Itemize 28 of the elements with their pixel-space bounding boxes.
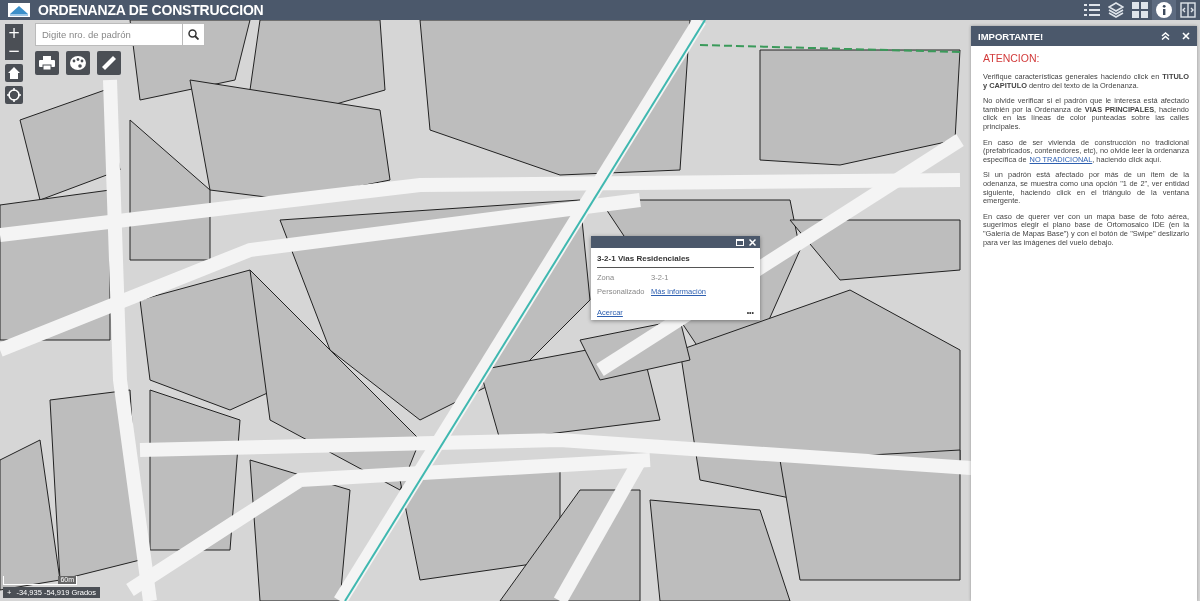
measure-button[interactable] bbox=[97, 51, 121, 75]
split-panel-icon bbox=[1180, 2, 1196, 18]
close-icon[interactable] bbox=[1182, 32, 1190, 40]
popup-title: 3-2-1 Vias Residenciales bbox=[597, 254, 754, 268]
locate-button[interactable] bbox=[5, 86, 23, 104]
search-button[interactable] bbox=[183, 23, 205, 46]
close-icon[interactable] bbox=[749, 238, 756, 246]
layers-icon bbox=[1108, 2, 1124, 18]
house-icon bbox=[8, 67, 20, 79]
search-field[interactable]: Digite nro. de padrón bbox=[35, 23, 183, 46]
panel-heading: ATENCION: bbox=[983, 52, 1041, 64]
collapse-icon[interactable] bbox=[1161, 32, 1170, 40]
print-button[interactable] bbox=[35, 51, 59, 75]
palette-icon bbox=[70, 56, 86, 70]
grid-icon bbox=[1132, 2, 1148, 18]
info-icon bbox=[1156, 2, 1172, 18]
maximize-icon[interactable] bbox=[736, 238, 744, 246]
ruler-icon bbox=[102, 56, 116, 70]
panel-title: IMPORTANTE! bbox=[978, 30, 1044, 42]
logo-icon bbox=[8, 3, 30, 17]
printer-icon bbox=[39, 56, 55, 70]
target-icon bbox=[7, 88, 21, 102]
app-title: ORDENANZA DE CONSTRUCCION bbox=[38, 2, 264, 18]
list-icon bbox=[1084, 3, 1100, 17]
palette-button[interactable] bbox=[66, 51, 90, 75]
search-icon bbox=[188, 29, 199, 40]
home-button[interactable] bbox=[5, 64, 23, 82]
info-button[interactable] bbox=[1152, 0, 1176, 20]
